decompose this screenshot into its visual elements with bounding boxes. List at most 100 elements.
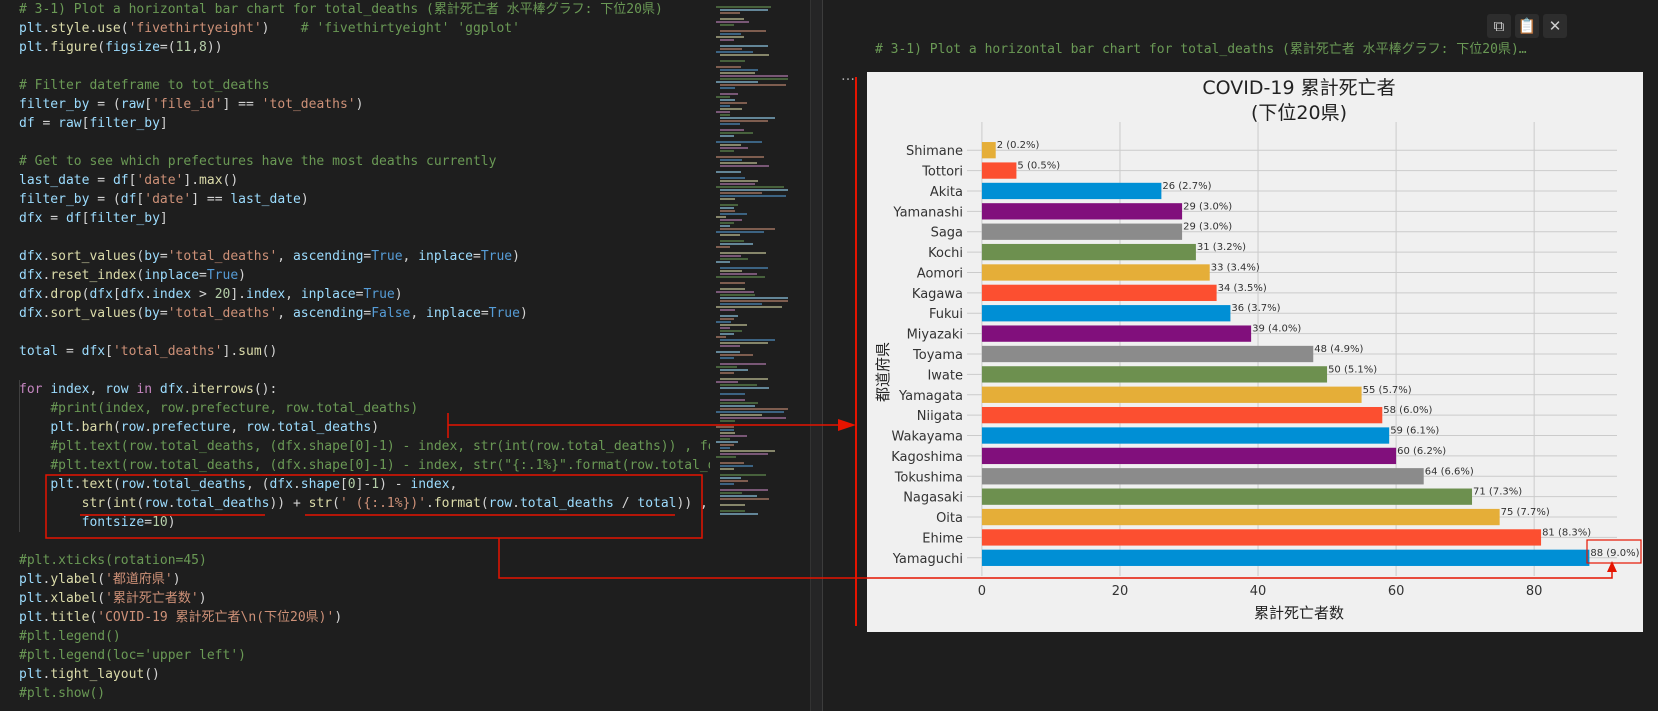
code-line[interactable]: for index, row in dfx.iterrows():	[19, 380, 277, 399]
minimap-line	[720, 288, 745, 290]
bar-value-label: 26 (2.7%)	[1162, 181, 1211, 192]
code-token: (	[112, 420, 121, 435]
output-ellipsis[interactable]: …	[841, 68, 855, 84]
code-token: .	[292, 477, 301, 492]
code-token: = (	[89, 97, 121, 112]
bar-kagoshima	[981, 447, 1397, 465]
code-line[interactable]: # Get to see which prefectures have the …	[19, 152, 496, 171]
minimap-line	[720, 192, 762, 194]
bar-kochi	[981, 243, 1196, 261]
code-line[interactable]: total = dfx['total_deaths'].sum()	[19, 342, 277, 361]
code-token: ,	[402, 249, 419, 264]
code-line[interactable]: plt.barh(row.prefecture, row.total_death…	[19, 418, 379, 437]
code-token: by	[144, 249, 160, 264]
code-line[interactable]: filter_by = (df['date'] == last_date)	[19, 190, 309, 209]
minimap-line	[720, 297, 788, 299]
code-line[interactable]: dfx.sort_values(by='total_deaths', ascen…	[19, 247, 520, 266]
code-token: (	[97, 40, 106, 55]
code-line[interactable]: plt.xlabel('累計死亡者数')	[19, 589, 207, 608]
code-line[interactable]: df = raw[filter_by]	[19, 114, 168, 133]
code-token: row	[120, 420, 145, 435]
minimap-line	[720, 258, 748, 260]
code-line[interactable]: str(int(row.total_deaths)) + str(' ({:.1…	[19, 494, 708, 513]
minimap-line	[720, 9, 768, 11]
code-token: )	[519, 306, 528, 321]
bar-fukui	[981, 305, 1231, 322]
code-line[interactable]: #plt.text(row.total_deaths, (dfx.shape[0…	[19, 437, 710, 456]
bar-miyazaki	[981, 325, 1252, 342]
bar-value-label: 29 (3.0%)	[1183, 222, 1232, 233]
code-line[interactable]: #print(index, row.prefecture, row.total_…	[19, 399, 418, 418]
code-token: filter_by	[89, 211, 160, 226]
output-code-comment: # 3-1) Plot a horizontal bar chart for t…	[875, 42, 1527, 57]
code-line[interactable]: fontsize=10)	[19, 513, 176, 532]
code-token: =	[144, 515, 153, 530]
minimap-line	[720, 504, 745, 506]
code-token: =	[159, 306, 168, 321]
code-line[interactable]: #plt.xticks(rotation=45)	[19, 551, 207, 570]
code-line[interactable]: plt.ylabel('都道府県')	[19, 570, 181, 589]
code-token: total_deaths	[277, 420, 372, 435]
code-token: ylabel	[50, 572, 98, 587]
code-token: 10	[152, 515, 168, 530]
code-editor[interactable]: # 3-1) Plot a horizontal bar chart for t…	[0, 0, 710, 711]
minimap-line	[720, 357, 735, 359]
code-line[interactable]: # 3-1) Plot a horizontal bar chart for t…	[19, 0, 663, 19]
code-line[interactable]: #plt.legend()	[19, 627, 121, 646]
code-line[interactable]: # Filter dateframe to tot_deaths	[19, 76, 269, 95]
bar-value-label: 33 (3.4%)	[1211, 262, 1260, 273]
code-line[interactable]: filter_by = (raw['file_id'] == 'tot_deat…	[19, 95, 363, 114]
code-token: ' ({:.1%})'	[339, 496, 427, 511]
code-line[interactable]: plt.figure(figsize=(11,8))	[19, 38, 223, 57]
y-tick-label: Yamaguchi	[892, 552, 963, 567]
code-token: # 'fivethirtyeight' 'ggplot'	[300, 21, 520, 36]
code-token: ] ==	[222, 97, 262, 112]
minimap-line	[720, 252, 766, 254]
code-line[interactable]: plt.style.use('fivethirtyeight') # 'five…	[19, 19, 520, 38]
minimap-line	[720, 135, 735, 137]
paste-icon[interactable]: 📋	[1515, 14, 1539, 38]
code-line[interactable]: #plt.legend(loc='upper left')	[19, 646, 246, 665]
code-token: #plt.text(row.total_deaths, (dfx.shape[0…	[50, 458, 710, 473]
code-line[interactable]: dfx = df[filter_by]	[19, 209, 168, 228]
code-token: [	[105, 344, 113, 359]
minimap-line	[720, 234, 740, 236]
bar-aomori	[981, 264, 1210, 281]
minimap-line	[716, 21, 749, 23]
minimap-line	[716, 336, 726, 338]
code-token: row	[488, 496, 513, 511]
code-token: ascending	[292, 306, 364, 321]
close-icon[interactable]: ✕	[1543, 14, 1567, 38]
code-line[interactable]: dfx.reset_index(inplace=True)	[19, 266, 246, 285]
minimap-line	[720, 219, 742, 221]
code-line[interactable]: last_date = df['date'].max()	[19, 171, 238, 190]
code-token: )	[371, 420, 380, 435]
code-token: =	[58, 344, 82, 359]
minimap-line	[716, 216, 726, 218]
code-line[interactable]: plt.text(row.total_deaths, (dfx.shape[0]…	[19, 475, 457, 494]
copy-icon[interactable]: ⧉	[1487, 14, 1511, 38]
code-line[interactable]: plt.title('COVID-19 累計死亡者\n(下位20県)')	[19, 608, 342, 627]
code-line[interactable]: dfx.drop(dfx[dfx.index > 20].index, inpl…	[19, 285, 403, 304]
code-line[interactable]: plt.tight_layout()	[19, 665, 160, 684]
minimap-line	[716, 456, 736, 458]
code-token: ]	[159, 211, 168, 226]
code-token: sort_values	[50, 306, 137, 321]
minimap-line	[720, 33, 741, 35]
code-token: ]-	[355, 477, 372, 492]
code-token: sum	[238, 344, 262, 359]
code-line[interactable]: dfx.sort_values(by='total_deaths', ascen…	[19, 304, 528, 323]
minimap-line	[720, 54, 769, 56]
minimap-line	[720, 189, 788, 191]
code-line[interactable]: #plt.show()	[19, 684, 105, 703]
code-token: dfx	[81, 344, 106, 359]
code-token: 'total_deaths'	[167, 249, 278, 264]
code-line[interactable]: #plt.text(row.total_deaths, (dfx.shape[0…	[19, 456, 710, 475]
code-token: =	[473, 249, 481, 264]
code-token: #plt.xticks(rotation=45)	[19, 553, 207, 568]
code-token: df	[112, 173, 129, 188]
bar-value-label: 55 (5.7%)	[1363, 385, 1412, 396]
minimap[interactable]	[710, 0, 810, 711]
y-tick-label: Yamagata	[898, 389, 963, 404]
